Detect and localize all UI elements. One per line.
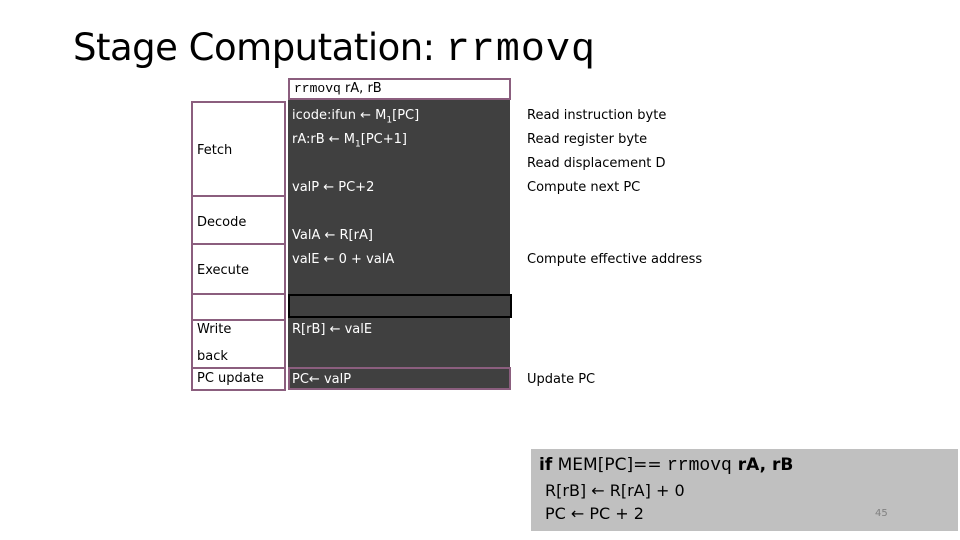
memory-computation-cell <box>288 294 512 318</box>
fetch-icode-line: icode:ifun ← M1[PC] <box>292 108 419 126</box>
stage-pc-update: PC update <box>191 367 286 391</box>
pc-update-line: PC← valP <box>292 372 352 387</box>
stage-execute-label: Execute <box>197 263 249 278</box>
fetch-icode-post: [PC] <box>392 108 420 123</box>
fetch-regs-text: rA:rB ← M <box>292 132 356 147</box>
summary-mnemonic: rrmovq <box>667 456 732 476</box>
stage-pc-update-label: PC update <box>197 371 264 386</box>
writeback-line: R[rB] ← valE <box>292 322 373 337</box>
stage-decode-label: Decode <box>197 215 247 230</box>
stage-fetch: Fetch <box>191 101 286 197</box>
fetch-valp-line: valP ← PC+2 <box>292 180 375 195</box>
instruction-mnemonic: rrmovq <box>294 81 341 96</box>
stage-execute: Execute <box>191 243 286 295</box>
stage-fetch-label: Fetch <box>197 143 233 158</box>
summary-if: if <box>539 455 553 475</box>
fetch-regs-line: rA:rB ← M1[PC+1] <box>292 132 407 150</box>
slide-title: Stage Computation: rrmovq <box>73 26 596 73</box>
stage-memory <box>191 293 286 321</box>
fetch-icode-text: icode:ifun ← M <box>292 108 387 123</box>
note-read-instruction: Read instruction byte <box>527 108 667 123</box>
instruction-header: rrmovq rA, rB <box>288 78 511 100</box>
summary-mem: MEM[PC]== <box>552 455 667 475</box>
slide-title-text: Stage Computation: <box>73 26 446 69</box>
stage-decode: Decode <box>191 195 286 245</box>
note-compute-address: Compute effective address <box>527 252 703 267</box>
fetch-regs-post: [PC+1] <box>360 132 407 147</box>
summary-box: if MEM[PC]== rrmovq rA, rB R[rB] ← R[rA]… <box>531 449 958 531</box>
instruction-operands: rA, rB <box>340 81 382 96</box>
summary-line-register: R[rB] ← R[rA] + 0 <box>545 481 685 500</box>
stage-writeback-label-1: Write <box>197 322 232 337</box>
summary-condition: if MEM[PC]== rrmovq rA, rB <box>539 455 793 476</box>
summary-args: rA, rB <box>731 455 794 475</box>
note-read-register: Read register byte <box>527 132 648 147</box>
page-number: 45 <box>875 508 888 519</box>
summary-line-pc: PC ← PC + 2 <box>545 504 644 523</box>
stage-writeback-label-2: back <box>197 349 228 364</box>
decode-line: ValA ← R[rA] <box>292 228 373 243</box>
note-compute-next-pc: Compute next PC <box>527 180 641 195</box>
stage-writeback: Write back <box>191 319 286 369</box>
note-read-displacement: Read displacement D <box>527 156 666 171</box>
note-update-pc: Update PC <box>527 372 596 387</box>
execute-line: valE ← 0 + valA <box>292 252 395 267</box>
slide-title-instruction: rrmovq <box>445 28 596 73</box>
